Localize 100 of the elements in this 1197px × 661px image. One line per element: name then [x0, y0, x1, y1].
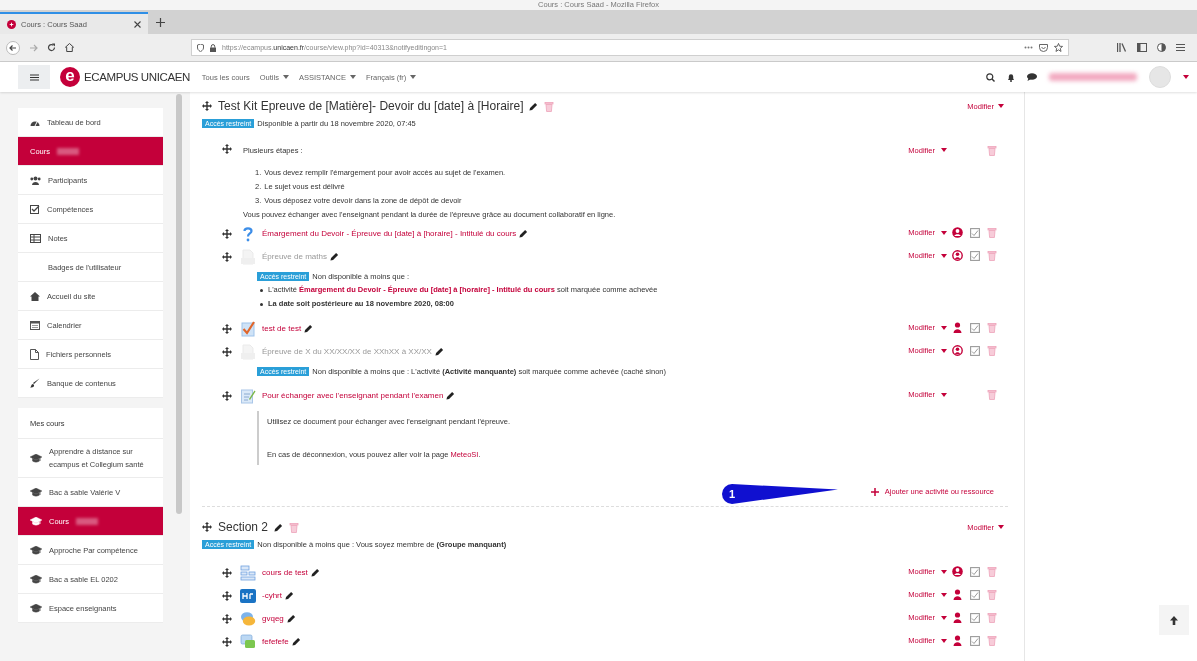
checkbox-icon[interactable]: [969, 250, 980, 261]
pencil-icon[interactable]: [446, 391, 456, 400]
activity-link[interactable]: gvqeg: [262, 614, 284, 623]
section-title: Test Kit Epreuve de [Matière]- Devoir du [date] à [Horaire]: [218, 99, 524, 113]
close-icon[interactable]: [134, 20, 141, 28]
bell-icon[interactable]: [1007, 72, 1015, 82]
menu-button[interactable]: [18, 65, 50, 89]
tile-icon[interactable]: [239, 587, 256, 604]
activity-link[interactable]: cours de test: [262, 568, 308, 577]
caret-icon: [349, 75, 356, 79]
library-icon[interactable]: [1117, 43, 1127, 52]
graduation-cap-icon: [30, 545, 42, 555]
activity-link[interactable]: Pour échanger avec l'enseignant pendant l'examen: [262, 391, 444, 400]
caret-icon: [941, 638, 947, 643]
pencil-icon[interactable]: [519, 229, 529, 238]
caret-icon: [998, 525, 1004, 529]
pencil-icon[interactable]: [291, 637, 301, 646]
person-ring-icon[interactable]: [952, 345, 963, 356]
activity-link[interactable]: test de test: [262, 324, 302, 333]
checkbox-icon[interactable]: [969, 227, 980, 238]
caret-icon: [941, 569, 947, 574]
pencil-icon[interactable]: [274, 522, 284, 532]
activity-link[interactable]: fefefefe: [262, 637, 289, 646]
plus-icon: [870, 487, 879, 496]
person-circle-icon[interactable]: [952, 227, 963, 238]
pencil-icon[interactable]: [434, 347, 444, 356]
person-icon[interactable]: [953, 612, 962, 623]
caret-icon: [941, 592, 947, 597]
move-icon[interactable]: [202, 522, 212, 532]
pocket-icon[interactable]: [1039, 43, 1048, 52]
graduation-cap-icon: [30, 487, 42, 497]
star-icon[interactable]: [1054, 43, 1063, 52]
pencil-icon[interactable]: [529, 101, 539, 111]
move-icon[interactable]: [222, 346, 232, 357]
person-icon[interactable]: [953, 635, 962, 646]
checkbox-icon[interactable]: [969, 345, 980, 356]
person-icon[interactable]: [953, 322, 962, 333]
activity-link[interactable]: -cyhrt: [262, 591, 282, 600]
checkbox-icon[interactable]: [969, 612, 980, 623]
search-icon[interactable]: [986, 72, 995, 82]
move-icon[interactable]: [222, 251, 232, 262]
more-icon[interactable]: [1024, 46, 1033, 49]
caret-icon: [941, 148, 947, 152]
checkbox-icon[interactable]: [969, 635, 980, 646]
table-icon: [30, 233, 41, 243]
move-icon[interactable]: [202, 101, 212, 111]
move-icon[interactable]: [222, 144, 232, 154]
pencil-icon[interactable]: [310, 568, 320, 577]
move-icon[interactable]: [222, 323, 232, 334]
graduation-cap-icon: [30, 516, 42, 526]
move-icon[interactable]: [222, 390, 232, 401]
bullet-icon: [260, 302, 263, 306]
person-circle-icon[interactable]: [952, 566, 963, 577]
file-icon: [30, 348, 39, 360]
section-title: Section 2: [218, 520, 269, 534]
checkbox-icon[interactable]: [969, 589, 980, 600]
logo-mark[interactable]: e: [60, 67, 80, 87]
brush-icon: [30, 378, 40, 388]
new-tab-icon[interactable]: [156, 17, 165, 27]
caret-icon: [1183, 75, 1189, 79]
back-to-top-button[interactable]: [1159, 605, 1189, 635]
person-icon[interactable]: [953, 589, 962, 600]
move-icon[interactable]: [222, 567, 232, 578]
checkmark-page-icon[interactable]: [239, 320, 256, 337]
checkbox-icon[interactable]: [969, 566, 980, 577]
shield-icon: [197, 43, 204, 52]
home-icon: [30, 291, 40, 301]
pencil-icon[interactable]: [285, 591, 294, 600]
caret-icon: [410, 75, 417, 79]
callout-number: 1: [728, 488, 736, 500]
graduation-cap-icon: [30, 574, 42, 584]
chat-bubble-icon[interactable]: [1027, 73, 1037, 81]
checkbox-icon[interactable]: [969, 322, 980, 333]
caret-icon: [941, 253, 947, 258]
move-icon[interactable]: [222, 613, 232, 624]
caret-icon: [941, 615, 947, 620]
reload-icon[interactable]: [47, 43, 56, 52]
sidebar-icon[interactable]: [1137, 43, 1147, 52]
pencil-icon[interactable]: [286, 614, 296, 623]
caret-icon: [941, 230, 947, 235]
move-icon[interactable]: [222, 590, 232, 601]
scrollbar[interactable]: [176, 94, 182, 514]
activity-link[interactable]: Émargement du Devoir - Épreuve du [date] à [horaire] - Intitulé du cours: [262, 229, 517, 238]
checklist-icon: [30, 204, 40, 214]
home-icon[interactable]: [65, 43, 74, 52]
back-icon[interactable]: [6, 40, 20, 55]
caret-icon: [998, 104, 1004, 108]
pencil-icon[interactable]: [329, 252, 339, 261]
calendar-icon: [30, 320, 40, 330]
site-name[interactable]: ECAMPUS UNICAEN: [84, 71, 190, 83]
extension-icon[interactable]: [1157, 43, 1166, 52]
caret-icon: [941, 392, 947, 397]
move-icon[interactable]: [222, 228, 232, 239]
move-icon[interactable]: [222, 636, 232, 647]
pencil-icon[interactable]: [304, 324, 314, 333]
person-ring-icon[interactable]: [952, 250, 963, 261]
graduation-cap-icon: [30, 453, 42, 463]
users-icon: [30, 175, 41, 185]
menu-icon[interactable]: [1176, 43, 1185, 52]
favicon-icon: [7, 19, 16, 29]
